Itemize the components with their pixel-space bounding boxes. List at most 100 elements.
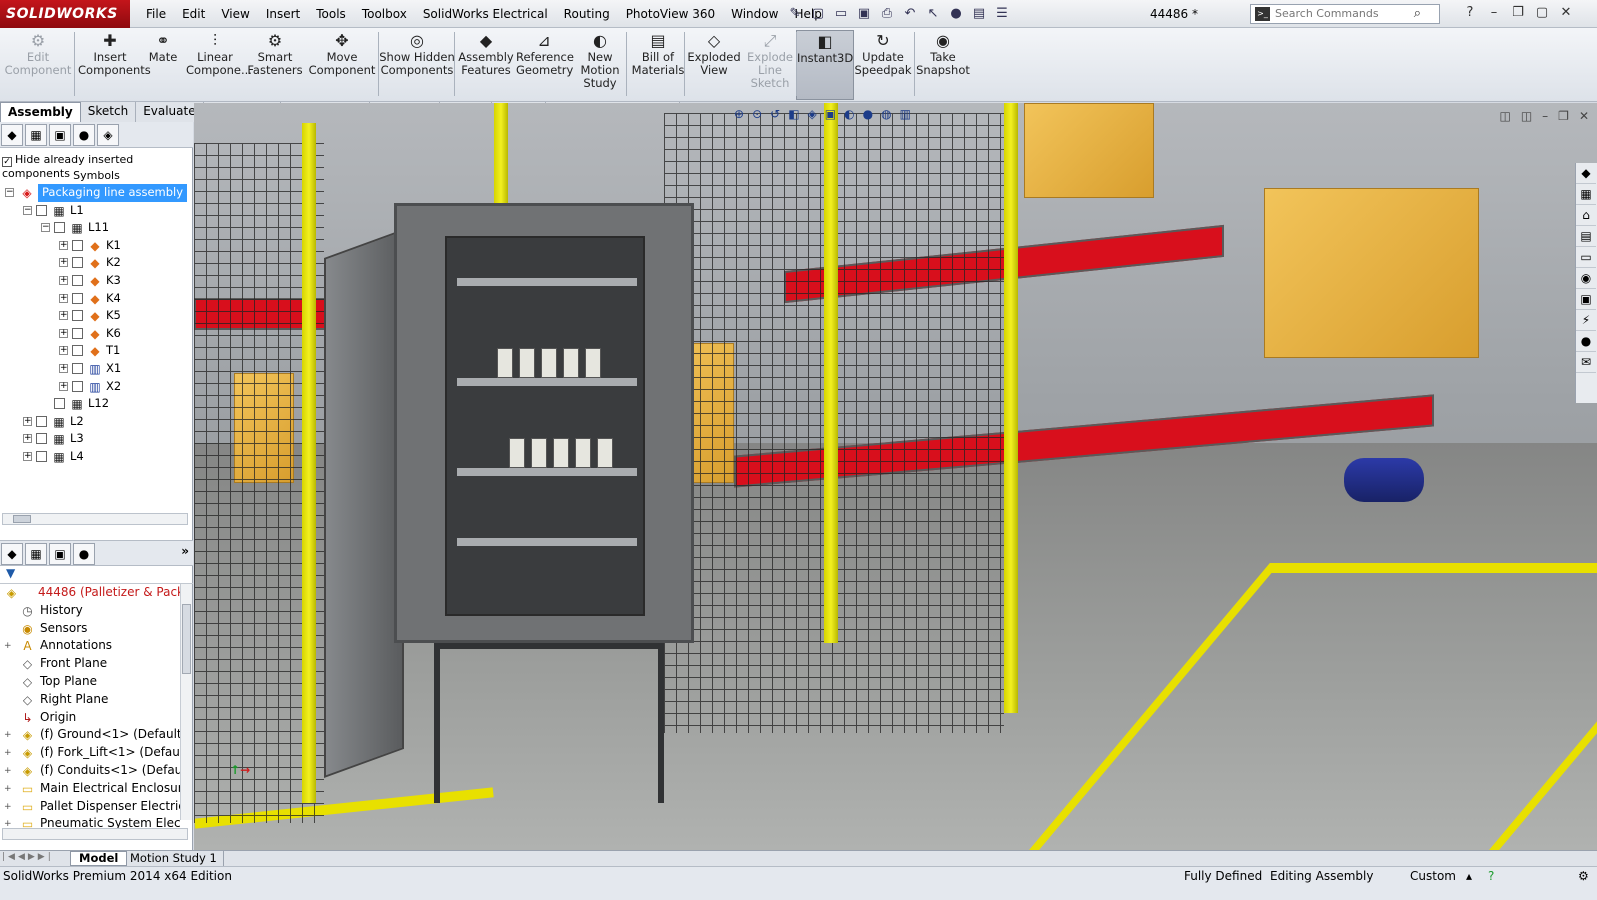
tree-item-x1[interactable]: + ▥ X1 (0, 360, 193, 378)
expand-toggle-icon[interactable]: + (4, 784, 12, 793)
file-properties-icon[interactable]: ▤ (969, 5, 989, 23)
feature-manager-icon[interactable]: ◆ (1, 543, 23, 565)
expand-toggle-icon[interactable]: + (23, 416, 32, 426)
tree-item-l1[interactable]: − ▦ L1 (0, 202, 193, 220)
tree-item-checkbox[interactable] (54, 398, 65, 410)
feature-item-f-conduits-1-default[interactable]: + ◈ (f) Conduits<1> (Default< (0, 762, 180, 780)
expand-toggle-icon[interactable]: + (59, 240, 68, 250)
project-icon[interactable]: ▣ (49, 124, 71, 146)
expand-panel-icon[interactable]: » (181, 544, 189, 558)
menu-item-file[interactable]: File (138, 0, 174, 28)
feature-filter[interactable]: ▼ (0, 566, 193, 584)
tab-sketch[interactable]: Sketch (80, 102, 137, 122)
display-manager-icon[interactable]: ● (73, 543, 95, 565)
display-style-icon[interactable]: ▣ (825, 107, 836, 121)
tree-item-checkbox[interactable] (72, 239, 83, 251)
tree-item-k3[interactable]: + ◆ K3 (0, 272, 193, 290)
tree-item-checkbox[interactable] (36, 450, 47, 462)
expand-toggle-icon[interactable]: + (59, 258, 68, 268)
toolbar-button-bill-of-materials[interactable]: ▤ Bill of Materials (630, 30, 686, 100)
menu-item-tools[interactable]: Tools (308, 0, 354, 28)
electrical-3d-icon[interactable]: ◈ (97, 124, 119, 146)
toolbar-button-show-hidden-components[interactable]: ◎ Show Hidden Components (378, 30, 456, 100)
expand-toggle-icon[interactable]: + (4, 642, 12, 651)
feature-item-f-ground-1-default[interactable]: + ◈ (f) Ground<1> (Default<< (0, 726, 180, 744)
color-icon[interactable]: ● (1576, 331, 1596, 352)
scroll-thumb[interactable] (182, 604, 191, 674)
tree-horizontal-scrollbar[interactable] (2, 513, 188, 525)
pin-icon[interactable]: ✎ (785, 5, 805, 23)
restore-icon[interactable]: ❐ (1508, 4, 1528, 22)
expand-toggle-icon[interactable]: + (59, 275, 68, 285)
toolbar-button-take-snapshot[interactable]: ◉ Take Snapshot (916, 30, 970, 100)
expand-toggle-icon[interactable]: + (59, 346, 68, 356)
tree-item-checkbox[interactable] (72, 292, 83, 304)
toolbar-button-smart-fasteners[interactable]: ⚙ Smart Fasteners (246, 30, 304, 100)
tree-item-k6[interactable]: + ◆ K6 (0, 325, 193, 343)
tree-item-checkbox[interactable] (72, 310, 83, 322)
menu-item-routing[interactable]: Routing (556, 0, 618, 28)
caret-up-icon[interactable]: ▴ (1466, 869, 1472, 883)
forum-icon[interactable]: ✉ (1576, 352, 1596, 373)
folder-icon[interactable]: ▭ (1576, 247, 1596, 268)
scroll-thumb[interactable] (13, 515, 31, 523)
feature-item-origin[interactable]: ↳ Origin (0, 709, 180, 727)
feature-item-history[interactable]: ◷ History (0, 602, 180, 620)
open-folder-icon[interactable]: ▭ (831, 5, 851, 23)
undo-icon[interactable]: ↶ (900, 5, 920, 23)
toolbar-button-edit-component[interactable]: ⚙ Edit Component (2, 30, 74, 100)
feature-item-pallet-dispenser-electrical-e[interactable]: + ▭ Pallet Dispenser Electrical E (0, 798, 180, 816)
feature-tree-horizontal-scrollbar[interactable] (2, 828, 188, 840)
tree-item-t1[interactable]: + ◆ T1 (0, 342, 193, 360)
menu-item-solidworks-electrical[interactable]: SolidWorks Electrical (415, 0, 556, 28)
feature-tree-scrollbar[interactable] (180, 584, 192, 820)
help-icon[interactable]: ? (1460, 4, 1480, 22)
zoom-to-fit-icon[interactable]: ⊕ (734, 107, 744, 121)
tree-item-k4[interactable]: + ◆ K4 (0, 290, 193, 308)
tree-item-k2[interactable]: + ◆ K2 (0, 254, 193, 272)
configuration-manager-icon[interactable]: ▣ (49, 543, 71, 565)
tree-item-k5[interactable]: + ◆ K5 (0, 307, 193, 325)
toolbar-button-exploded-view[interactable]: ◇ Exploded View (686, 30, 742, 100)
feature-item-main-electrical-enclosure[interactable]: + ▭ Main Electrical Enclosure (0, 780, 180, 798)
rebuild-icon[interactable]: ⚙ (1578, 869, 1589, 883)
expand-toggle-icon[interactable]: + (59, 293, 68, 303)
solidworks-resources-icon[interactable]: ◆ (1576, 163, 1596, 184)
expand-toggle-icon[interactable]: − (23, 205, 32, 215)
feature-item-sensors[interactable]: ◉ Sensors (0, 620, 180, 638)
expand-toggle-icon[interactable]: + (59, 328, 68, 338)
expand-toggle-icon[interactable]: + (59, 381, 68, 391)
feature-item-front-plane[interactable]: ◇ Front Plane (0, 655, 180, 673)
appearance-icon[interactable]: ● (73, 124, 95, 146)
print-icon[interactable]: ⎙ (877, 5, 897, 23)
help-icon[interactable]: ? (1488, 869, 1494, 883)
expand-toggle-icon[interactable]: + (4, 731, 12, 740)
close-icon[interactable]: ✕ (1556, 4, 1576, 22)
toolbar-button-instant3d[interactable]: ◧ Instant3D (796, 30, 854, 100)
section-view-icon[interactable]: ◧ (788, 107, 799, 121)
split-view-icon[interactable]: ◫ (1499, 109, 1510, 123)
previous-view-icon[interactable]: ↺ (770, 107, 780, 121)
toolbar-button-reference-geometry[interactable]: ⊿ Reference Geometry (516, 30, 574, 100)
feature-item-44486-palletizer-packag[interactable]: ◈ 44486 (Palletizer & Packag (0, 584, 180, 602)
select-icon[interactable]: ↖ (923, 5, 943, 23)
toolbar-button-new-motion-study[interactable]: ◐ New Motion Study (572, 30, 628, 100)
tree-item-checkbox[interactable] (36, 415, 47, 427)
tree-item-packaging-line-assembly[interactable]: − ◈ Packaging line assembly (0, 184, 193, 202)
view-orientation-icon[interactable]: ◈ (808, 107, 817, 121)
tree-item-checkbox[interactable] (54, 222, 65, 234)
tree-item-l3[interactable]: + ▦ L3 (0, 430, 193, 448)
filter-icon[interactable]: ▼ (6, 566, 15, 580)
expand-toggle-icon[interactable]: + (59, 311, 68, 321)
tab-navigation-arrows[interactable]: |◀◀▶▶| (2, 852, 54, 862)
tree-item-checkbox[interactable] (36, 433, 47, 445)
appearances-icon[interactable]: ◉ (1576, 268, 1596, 289)
toolbar-button-move-component[interactable]: ✥ Move Component (308, 30, 376, 100)
file-explorer-icon[interactable]: ⌂ (1576, 205, 1596, 226)
menu-item-photoview-360[interactable]: PhotoView 360 (618, 0, 723, 28)
feature-item-top-plane[interactable]: ◇ Top Plane (0, 673, 180, 691)
minimize-icon[interactable]: – (1542, 109, 1548, 123)
graphics-viewport[interactable]: ↑→ ⊕ ⊙ ↺ ◧ ◈ ▣ ◐ ● ◍ ▥ ◫ ◫ – ❐ ✕ ◆ ▦ ⌂ ▤ ▭ ◉ ▣ ⚡ ● ✉ (194, 103, 1597, 850)
hide-show-icon[interactable]: ◐ (844, 107, 854, 121)
tree-item-checkbox[interactable] (72, 257, 83, 269)
